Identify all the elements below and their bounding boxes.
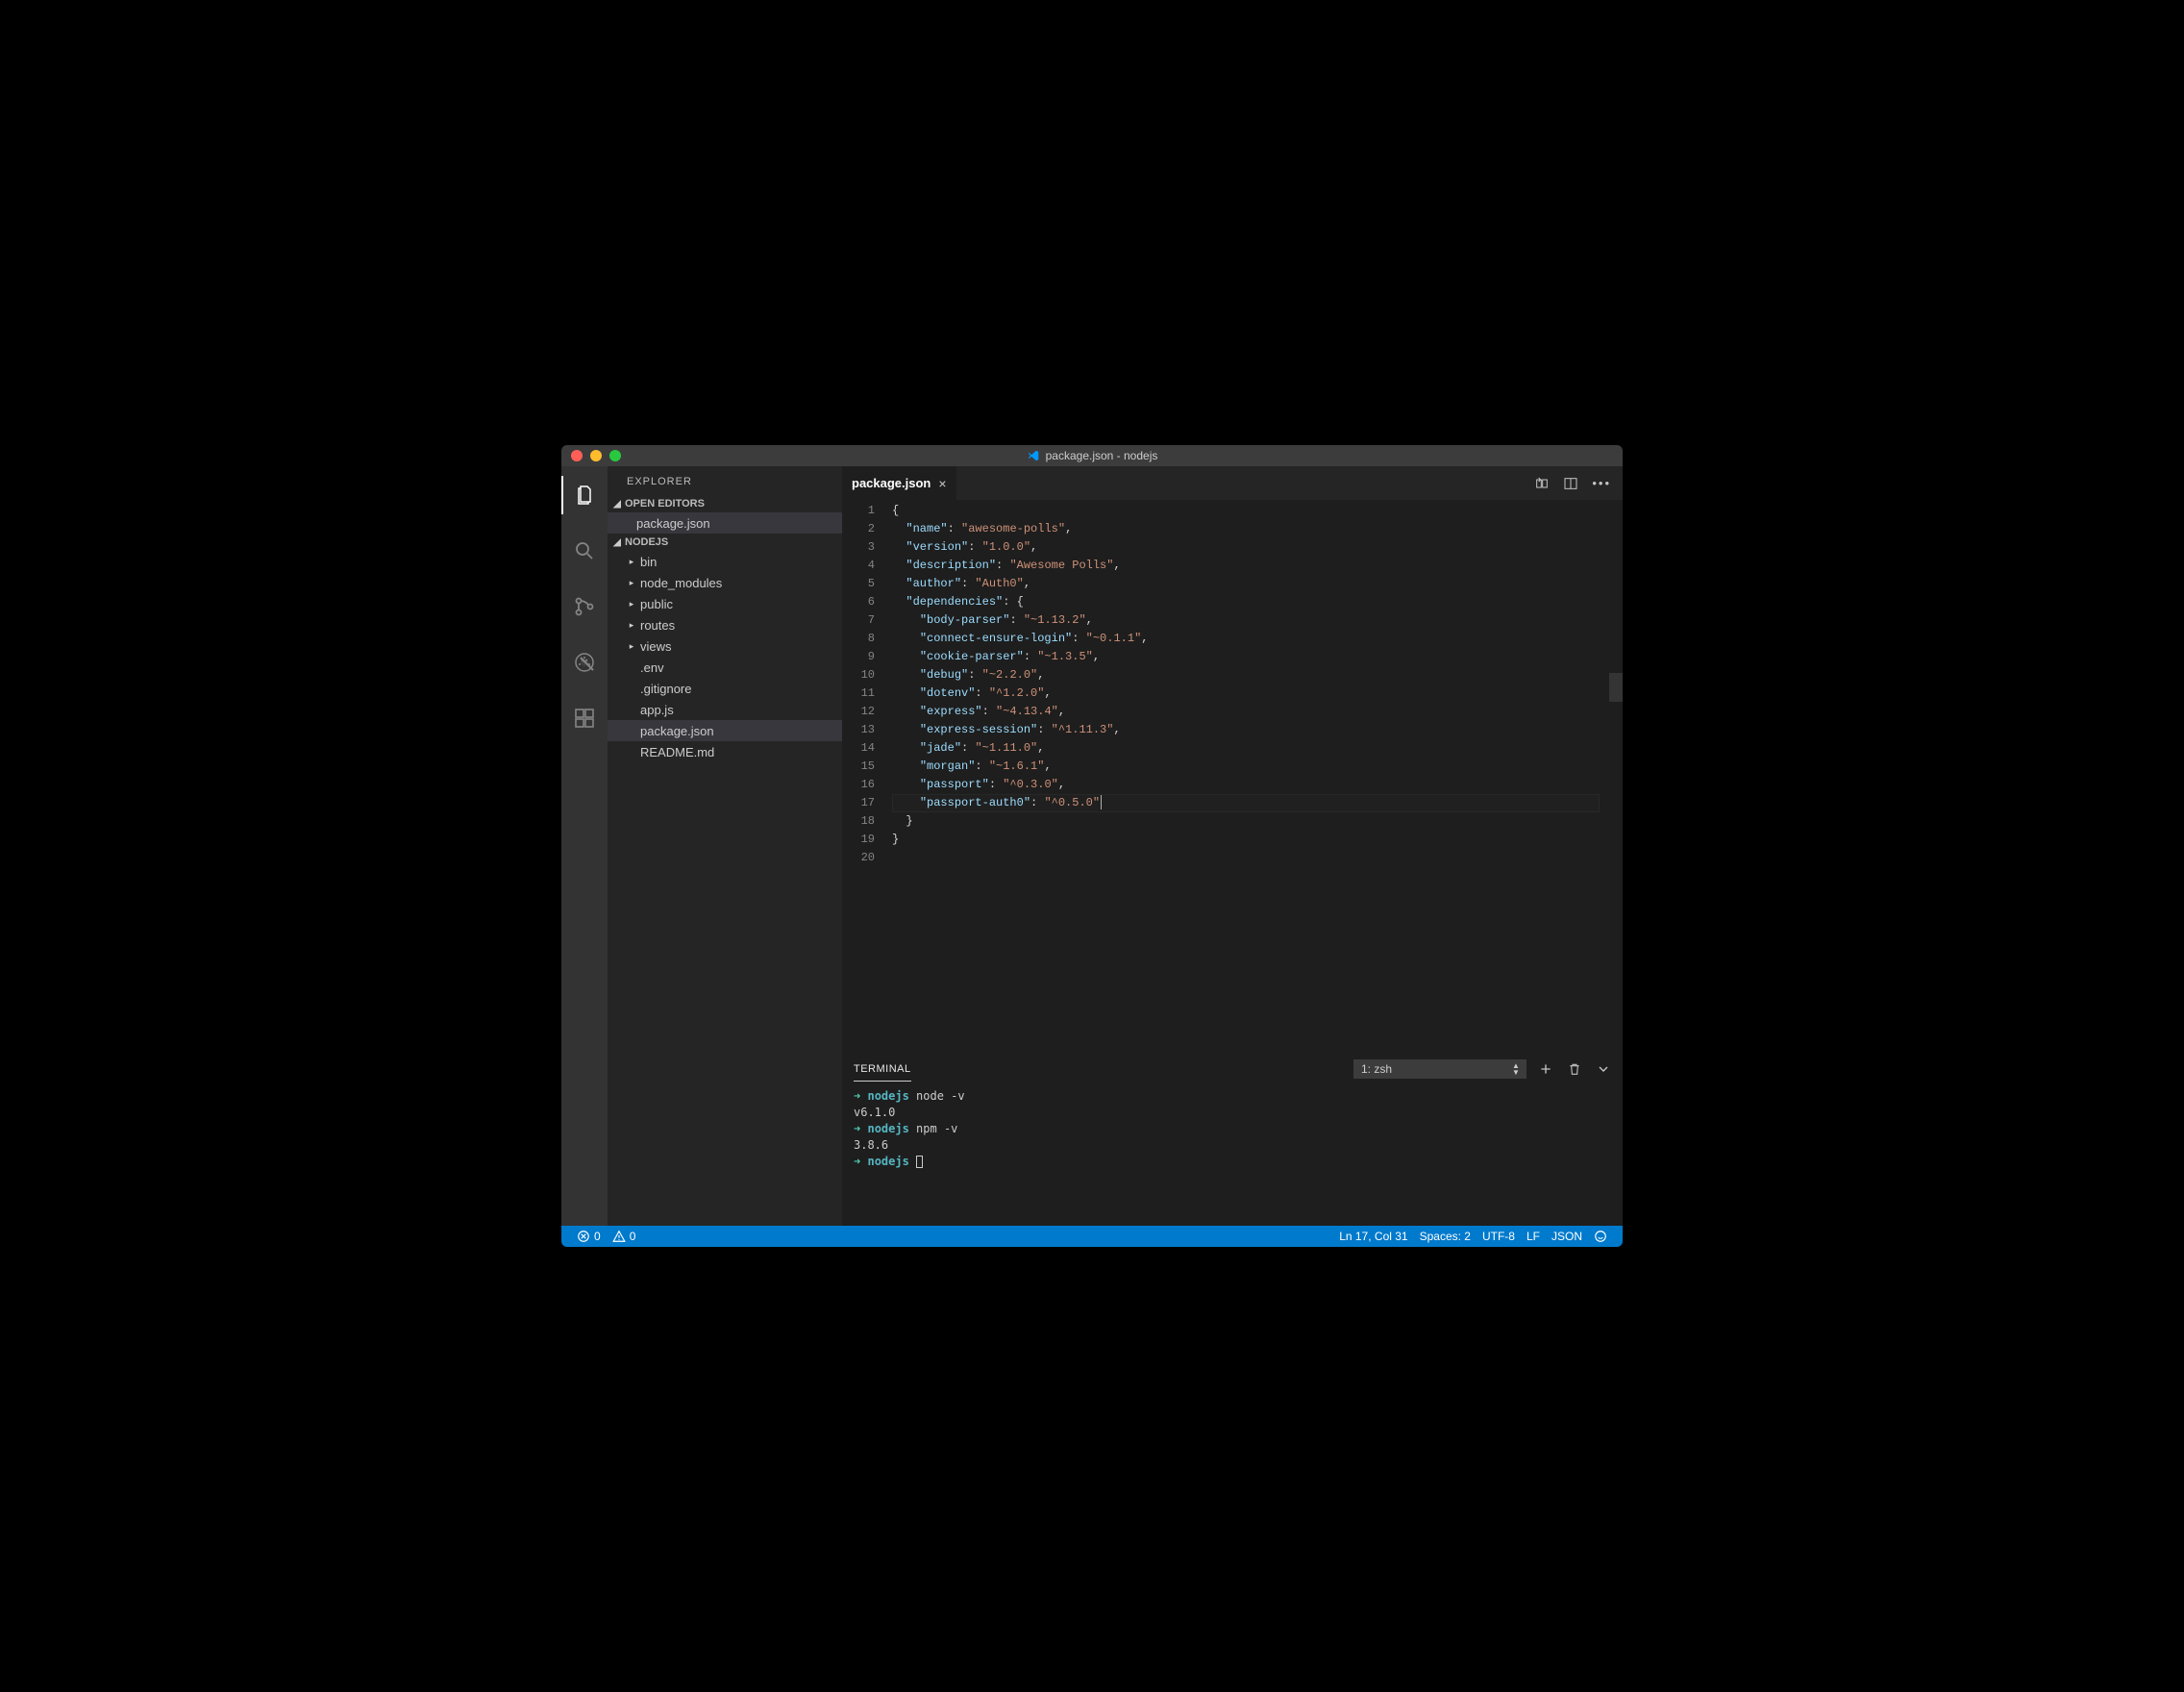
item-name: README.md: [638, 745, 714, 759]
git-icon: [573, 595, 596, 618]
chevron-down-icon[interactable]: [1596, 1061, 1611, 1077]
more-icon[interactable]: •••: [1592, 476, 1611, 490]
open-editors-label: OPEN EDITORS: [625, 498, 705, 510]
activity-debug[interactable]: [561, 643, 608, 682]
activity-bar: [561, 466, 608, 1226]
activity-search[interactable]: [561, 532, 608, 570]
terminal-panel: TERMINAL 1: zsh ▲▼ ➜ nodejs node -vv: [842, 1053, 1623, 1226]
project-label: NODEJS: [625, 536, 668, 548]
terminal-selector[interactable]: 1: zsh: [1353, 1059, 1526, 1079]
code-editor[interactable]: 1234567891011121314151617181920 { "name"…: [842, 500, 1623, 1053]
chevron-right-icon: ▸: [625, 578, 638, 588]
overview-ruler[interactable]: [1609, 500, 1623, 1053]
traffic-lights: [561, 450, 621, 461]
new-terminal-icon[interactable]: [1538, 1061, 1553, 1077]
activity-explorer[interactable]: [561, 476, 608, 514]
editor-area: package.json × ••• 123456789101112131415…: [842, 466, 1623, 1226]
scroll-thumb[interactable]: [1609, 673, 1623, 702]
status-cursor-position[interactable]: Ln 17, Col 31: [1333, 1230, 1413, 1243]
item-name: bin: [638, 555, 657, 569]
tab-bar: package.json × •••: [842, 466, 1623, 500]
open-editor-name: package.json: [634, 516, 710, 531]
vscode-icon: [1027, 449, 1040, 462]
chevron-down-icon: ◢: [611, 537, 623, 548]
explorer-sidebar: EXPLORER ◢ OPEN EDITORS package.json ◢ N…: [608, 466, 842, 1226]
file-item[interactable]: .env: [608, 657, 842, 678]
item-name: node_modules: [638, 576, 722, 590]
status-bar: 0 0 Ln 17, Col 31 Spaces: 2 UTF-8 LF JSO…: [561, 1226, 1623, 1247]
item-name: .env: [638, 660, 664, 675]
chevron-right-icon: ▸: [625, 557, 638, 567]
status-eol[interactable]: LF: [1521, 1230, 1546, 1243]
code-content[interactable]: { "name": "awesome-polls", "version": "1…: [892, 500, 1609, 1053]
folder-item[interactable]: ▸node_modules: [608, 572, 842, 593]
close-icon[interactable]: ×: [938, 476, 946, 491]
folder-item[interactable]: ▸views: [608, 635, 842, 657]
item-name: app.js: [638, 703, 674, 717]
tab-package-json[interactable]: package.json ×: [842, 466, 957, 500]
item-name: package.json: [638, 724, 714, 738]
split-editor-icon[interactable]: [1563, 476, 1578, 491]
chevron-down-icon: ◢: [611, 499, 623, 510]
status-language[interactable]: JSON: [1546, 1230, 1588, 1243]
file-item[interactable]: .gitignore: [608, 678, 842, 699]
warning-icon: [612, 1230, 626, 1243]
status-feedback[interactable]: [1588, 1230, 1613, 1243]
activity-extensions[interactable]: [561, 699, 608, 737]
panel-titlebar: TERMINAL 1: zsh ▲▼: [842, 1054, 1623, 1084]
open-editor-item[interactable]: package.json: [608, 512, 842, 534]
folder-item[interactable]: ▸routes: [608, 614, 842, 635]
close-button[interactable]: [571, 450, 583, 461]
folder-item[interactable]: ▸public: [608, 593, 842, 614]
chevron-right-icon: ▸: [625, 641, 638, 652]
tab-label: package.json: [852, 476, 931, 490]
chevron-right-icon: ▸: [625, 599, 638, 610]
status-errors[interactable]: 0: [571, 1230, 607, 1243]
smiley-icon: [1594, 1230, 1607, 1243]
compare-icon[interactable]: [1534, 476, 1550, 491]
file-item[interactable]: app.js: [608, 699, 842, 720]
kill-terminal-icon[interactable]: [1567, 1061, 1582, 1077]
project-header[interactable]: ◢ NODEJS: [608, 534, 842, 551]
window-title: package.json - nodejs: [1046, 449, 1158, 462]
extensions-icon: [573, 707, 596, 730]
minimize-button[interactable]: [590, 450, 602, 461]
maximize-button[interactable]: [609, 450, 621, 461]
debug-icon: [573, 651, 596, 674]
activity-scm[interactable]: [561, 587, 608, 626]
line-number-gutter: 1234567891011121314151617181920: [842, 500, 892, 1053]
editor-actions: •••: [1534, 466, 1623, 500]
file-item[interactable]: README.md: [608, 741, 842, 762]
status-indent[interactable]: Spaces: 2: [1414, 1230, 1477, 1243]
files-icon: [573, 484, 596, 507]
vscode-window: package.json - nodejs EXPLORER: [561, 445, 1623, 1247]
item-name: public: [638, 597, 673, 611]
status-warnings[interactable]: 0: [607, 1230, 642, 1243]
open-editors-header[interactable]: ◢ OPEN EDITORS: [608, 495, 842, 512]
file-item[interactable]: package.json: [608, 720, 842, 741]
sidebar-title: EXPLORER: [608, 466, 842, 495]
chevron-right-icon: ▸: [625, 620, 638, 631]
status-encoding[interactable]: UTF-8: [1477, 1230, 1521, 1243]
panel-tab-terminal[interactable]: TERMINAL: [854, 1058, 911, 1082]
titlebar: package.json - nodejs: [561, 445, 1623, 466]
search-icon: [573, 539, 596, 562]
window-title-container: package.json - nodejs: [561, 449, 1623, 462]
error-icon: [577, 1230, 590, 1243]
terminal-selector-wrap: 1: zsh ▲▼: [1353, 1059, 1526, 1079]
item-name: routes: [638, 618, 675, 633]
terminal-content[interactable]: ➜ nodejs node -vv6.1.0➜ nodejs npm -v3.8…: [842, 1084, 1623, 1226]
folder-item[interactable]: ▸bin: [608, 551, 842, 572]
item-name: .gitignore: [638, 682, 691, 696]
item-name: views: [638, 639, 672, 654]
